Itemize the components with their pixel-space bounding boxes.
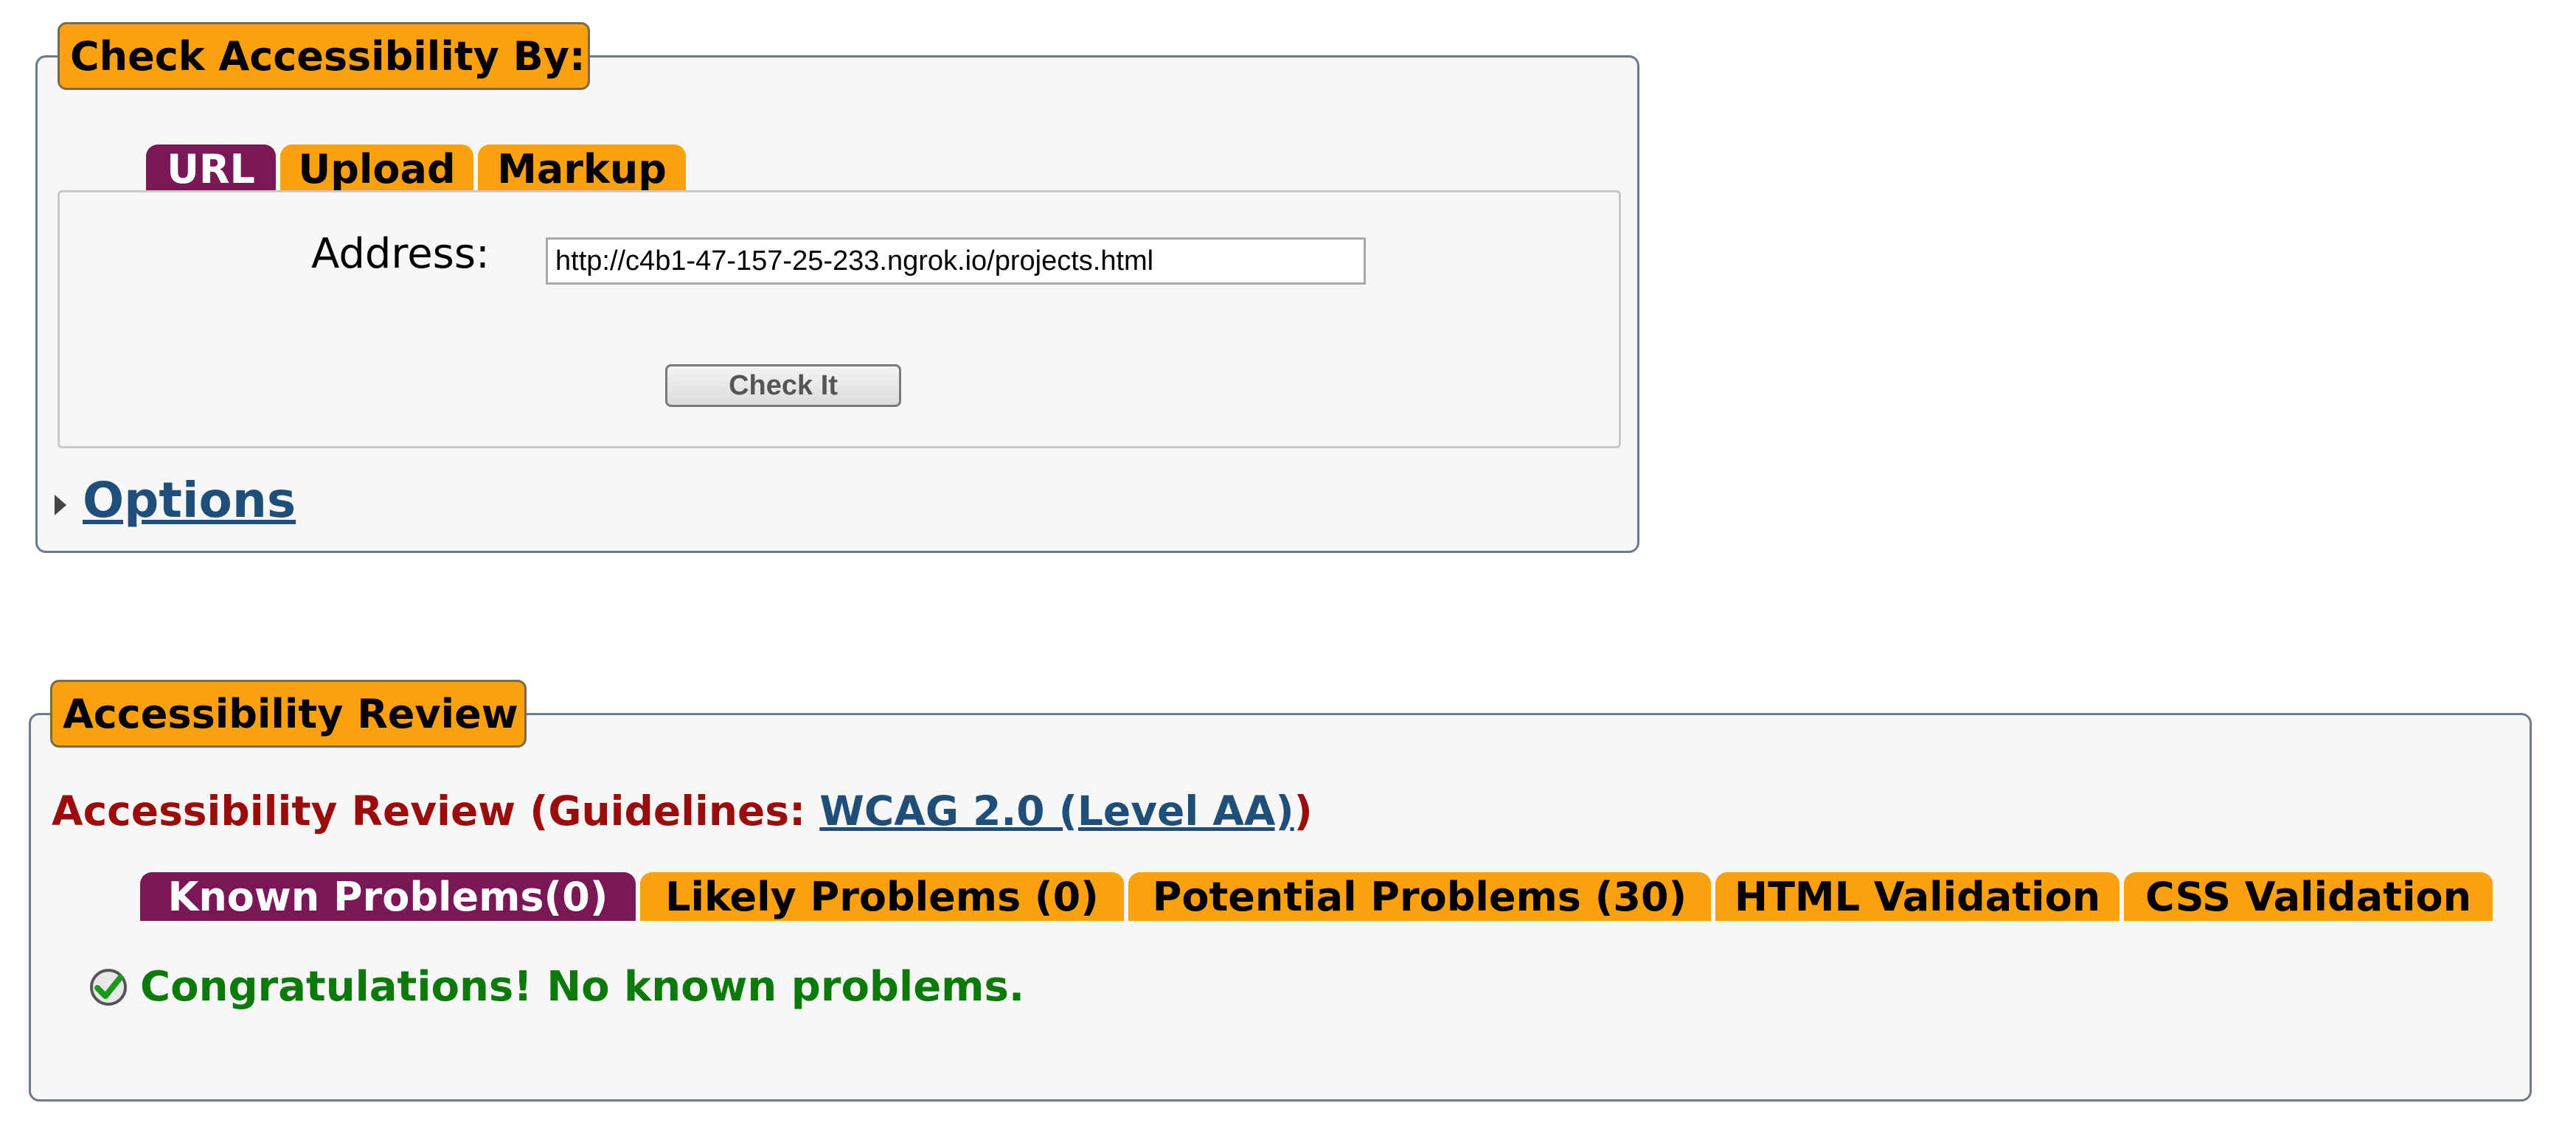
tab-markup[interactable]: Markup xyxy=(478,145,686,193)
check-accessibility-legend: Check Accessibility By: xyxy=(58,22,590,90)
review-heading-prefix: Accessibility Review (Guidelines: xyxy=(52,787,820,835)
triangle-right-icon xyxy=(55,494,66,515)
tab-css-validation[interactable]: CSS Validation xyxy=(2124,872,2493,921)
tab-upload[interactable]: Upload xyxy=(280,145,473,193)
url-form-box xyxy=(58,190,1621,448)
tab-likely-problems[interactable]: Likely Problems (0) xyxy=(640,872,1124,921)
tab-potential-problems[interactable]: Potential Problems (30) xyxy=(1128,872,1711,921)
tab-html-validation[interactable]: HTML Validation xyxy=(1715,872,2120,921)
review-heading-suffix: ) xyxy=(1294,787,1313,835)
address-label: Address: xyxy=(311,230,490,278)
options-toggle[interactable]: Options xyxy=(55,472,296,529)
review-heading: Accessibility Review (Guidelines: WCAG 2… xyxy=(52,787,1313,835)
check-circle-icon xyxy=(88,967,128,1007)
check-it-button[interactable]: Check It xyxy=(665,364,901,407)
tab-url[interactable]: URL xyxy=(146,145,276,193)
input-method-tabs: URL Upload Markup xyxy=(146,145,690,193)
address-input[interactable] xyxy=(546,237,1366,285)
tab-known-problems[interactable]: Known Problems(0) xyxy=(140,872,636,921)
success-message-row: Congratulations! No known problems. xyxy=(88,963,1024,1011)
wcag-guidelines-link[interactable]: WCAG 2.0 (Level AA) xyxy=(819,787,1294,835)
review-result-tabs: Known Problems(0) Likely Problems (0) Po… xyxy=(140,872,2497,921)
accessibility-review-legend: Accessibility Review xyxy=(50,680,527,748)
options-link[interactable]: Options xyxy=(83,472,296,529)
success-message: Congratulations! No known problems. xyxy=(140,963,1025,1011)
